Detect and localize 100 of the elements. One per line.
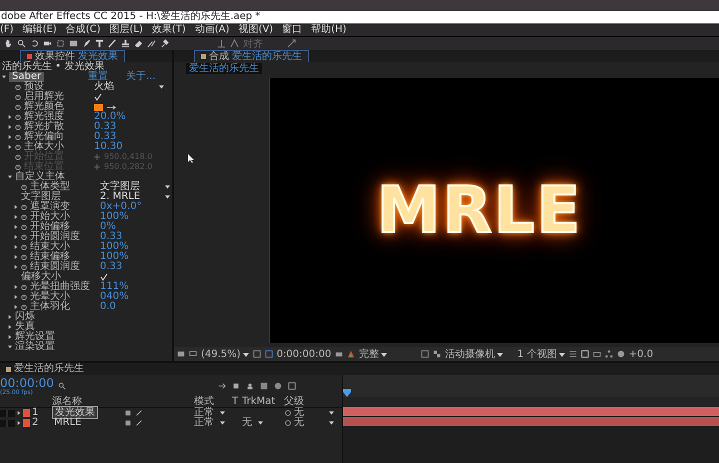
value-field[interactable]: 10.30	[94, 142, 123, 152]
twirl-arrow-icon[interactable]	[8, 315, 12, 319]
timeline-icon[interactable]	[592, 350, 601, 358]
snapshot-icon[interactable]	[177, 350, 185, 358]
twirl-arrow-icon[interactable]	[14, 285, 18, 289]
stopwatch-icon[interactable]	[21, 244, 27, 250]
value-field[interactable]: 100%	[100, 212, 129, 222]
menu-item[interactable]: 合成(C)	[66, 24, 100, 36]
timecode[interactable]: 00:00:00	[0, 376, 52, 388]
stopwatch-icon[interactable]	[21, 254, 27, 260]
camera-dropdown[interactable]: 活动摄像机	[445, 347, 514, 361]
layer-name[interactable]: 发光效果	[52, 406, 98, 419]
stopwatch-icon[interactable]	[21, 184, 27, 190]
twirl-arrow-icon[interactable]	[14, 225, 18, 229]
twirl-arrow-icon[interactable]	[14, 295, 18, 299]
stopwatch-icon[interactable]	[21, 264, 27, 270]
label-color-swatch[interactable]	[23, 419, 30, 427]
twirl-arrow-icon[interactable]	[14, 205, 18, 209]
dropdown[interactable]: 火焰	[94, 82, 164, 92]
pan-tool-icon[interactable]	[56, 39, 65, 48]
twirl-arrow-icon[interactable]	[8, 135, 12, 139]
camera-tool-icon[interactable]	[43, 39, 52, 48]
value-field[interactable]: 20.0%	[94, 112, 126, 122]
timeline-tab[interactable]: 爱生活的乐先生	[0, 363, 90, 375]
menu-item[interactable]: 视图(V)	[238, 24, 274, 36]
stopwatch-icon[interactable]	[21, 284, 27, 290]
column-header[interactable]: 父级	[284, 397, 342, 407]
timecode[interactable]: 0:00:00:00	[276, 348, 332, 360]
monitor-icon[interactable]	[189, 350, 197, 358]
stopwatch-icon[interactable]	[21, 234, 27, 240]
menu-item[interactable]: 帮助(H)	[311, 24, 346, 36]
parent-dropdown[interactable]: 无	[294, 408, 334, 418]
column-header[interactable]: 模式	[194, 397, 232, 407]
value-field[interactable]: 100%	[100, 242, 129, 252]
grid-icon[interactable]	[252, 350, 261, 358]
twirl-arrow-icon[interactable]	[14, 215, 18, 219]
axis-icon[interactable]	[230, 39, 239, 48]
rectangle-tool-icon[interactable]	[69, 39, 78, 48]
stopwatch-icon[interactable]	[15, 94, 21, 100]
zoom-dropdown[interactable]: (49.5%)	[201, 348, 249, 360]
twirl-arrow-icon[interactable]	[2, 75, 6, 79]
flowchart-icon[interactable]	[604, 350, 613, 358]
stopwatch-icon[interactable]	[15, 114, 21, 120]
twirl-arrow-icon[interactable]	[8, 345, 12, 349]
view-layout-dropdown[interactable]: 1 个视图	[517, 347, 565, 361]
checkbox[interactable]	[100, 273, 108, 281]
axis-icon[interactable]	[217, 39, 226, 48]
stopwatch-icon[interactable]	[21, 204, 27, 210]
stopwatch-icon[interactable]	[15, 144, 21, 150]
twirl-arrow-icon[interactable]	[8, 335, 12, 339]
value-field[interactable]: 0.33	[100, 232, 122, 242]
value-field[interactable]: 0x+0.0°	[100, 202, 142, 212]
transparency-grid-icon[interactable]	[433, 350, 442, 358]
fast-preview-icon[interactable]	[580, 350, 589, 358]
stopwatch-icon[interactable]	[15, 134, 21, 140]
value-field[interactable]: 100%	[100, 252, 129, 262]
column-header[interactable]: T	[232, 397, 242, 407]
camera-icon[interactable]	[335, 350, 344, 358]
hand-tool-icon[interactable]	[4, 39, 13, 48]
dropdown[interactable]: 文字图层	[100, 182, 170, 192]
frame-blend-icon[interactable]	[260, 382, 268, 390]
checkbox[interactable]	[94, 93, 102, 101]
eraser-tool-icon[interactable]	[134, 39, 143, 48]
search-icon[interactable]	[58, 382, 66, 390]
comp-flow-icon[interactable]	[218, 382, 226, 390]
twirl-arrow-icon[interactable]	[8, 145, 12, 149]
twirl-arrow-icon[interactable]	[14, 305, 18, 309]
twirl-arrow-icon[interactable]	[8, 175, 12, 179]
menu-item[interactable]: 窗口	[282, 24, 302, 36]
menu-item[interactable]: 编辑(E)	[22, 24, 57, 36]
mode-dropdown[interactable]: 正常	[194, 418, 225, 428]
twirl-arrow-icon[interactable]	[8, 115, 12, 119]
twirl-arrow-icon[interactable]	[17, 411, 21, 415]
stopwatch-icon[interactable]	[15, 84, 21, 90]
region-of-interest-icon[interactable]	[421, 350, 430, 358]
composition-tab[interactable]: 爱生活的乐先生	[186, 62, 262, 74]
toggle-pixel-icon[interactable]	[568, 350, 577, 358]
stopwatch-icon[interactable]	[21, 294, 27, 300]
color-swatch[interactable]	[94, 104, 103, 110]
rotate-tool-icon[interactable]	[30, 39, 39, 48]
shy-icon[interactable]	[246, 382, 254, 390]
menu-item[interactable]: (F)	[0, 24, 14, 36]
motion-blur-icon[interactable]	[274, 382, 282, 390]
value-field[interactable]: 0.0	[100, 302, 116, 312]
stopwatch-icon[interactable]	[21, 304, 27, 310]
about-link[interactable]: 关于...	[126, 72, 156, 82]
layer-switch-column[interactable]	[0, 410, 15, 416]
layer-name[interactable]: MRLE	[52, 417, 84, 428]
dropdown[interactable]: 2. MRLE	[100, 192, 170, 202]
reset-link[interactable]: 重置	[88, 72, 108, 82]
eyedropper-icon[interactable]	[107, 104, 117, 110]
draft-3d-icon[interactable]	[232, 382, 240, 390]
menu-item[interactable]: 图层(L)	[109, 24, 143, 36]
twirl-arrow-icon[interactable]	[17, 421, 21, 425]
exposure-value[interactable]: +0.0	[628, 348, 654, 360]
column-header[interactable]: 源名称	[52, 397, 124, 407]
layer-switch-column[interactable]	[0, 420, 15, 426]
value-field[interactable]: 0.33	[94, 122, 116, 132]
twirl-arrow-icon[interactable]	[8, 125, 12, 129]
stopwatch-icon[interactable]	[21, 224, 27, 230]
